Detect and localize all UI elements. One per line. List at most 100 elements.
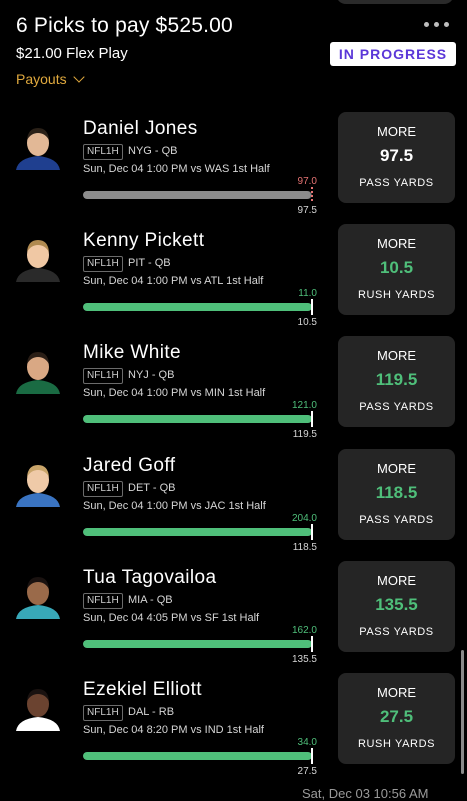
line-marker <box>311 748 313 764</box>
game-info: Sun, Dec 04 4:05 PM vs SF 1st Half <box>83 612 260 624</box>
line-marker <box>311 411 313 427</box>
scrollbar[interactable] <box>461 650 464 774</box>
stat-type: RUSH YARDS <box>357 289 436 301</box>
footer-timestamp: Sat, Dec 03 10:56 AM <box>302 786 429 801</box>
payouts-toggle[interactable]: Payouts <box>16 70 85 87</box>
player-name: Mike White <box>83 342 181 363</box>
progress-bar <box>83 303 312 311</box>
projection-card[interactable]: MORE 118.5 PASS YARDS <box>338 449 455 540</box>
pick-direction: MORE <box>377 685 416 700</box>
projection-line: 135.5 <box>375 595 418 614</box>
league-tag: NFL1H <box>83 593 123 609</box>
league-tag: NFL1H <box>83 144 123 160</box>
game-info: Sun, Dec 04 1:00 PM vs ATL 1st Half <box>83 275 264 287</box>
player-name: Ezekiel Elliott <box>83 679 202 700</box>
projection-card[interactable]: MORE 27.5 RUSH YARDS <box>338 673 455 764</box>
projection-line-value: 118.5 <box>292 542 317 553</box>
progress-fill <box>83 640 312 648</box>
progress-fill <box>83 415 312 423</box>
game-info: Sun, Dec 04 8:20 PM vs IND 1st Half <box>83 724 264 736</box>
player-headshot <box>12 683 64 731</box>
actual-stat-value: 162.0 <box>291 625 317 636</box>
pick-row[interactable]: Kenny Pickett NFL1H PIT - QB Sun, Dec 04… <box>0 224 467 342</box>
line-marker <box>311 636 313 652</box>
league-tag: NFL1H <box>83 705 123 721</box>
player-headshot <box>12 571 64 619</box>
progress-fill <box>83 528 312 536</box>
line-marker <box>311 187 313 203</box>
projection-line: 119.5 <box>375 370 418 389</box>
player-headshot <box>12 346 64 394</box>
pick-direction: MORE <box>377 461 416 476</box>
progress-bar <box>83 752 312 760</box>
team-position: DAL - RB <box>128 706 175 718</box>
stat-type: RUSH YARDS <box>357 738 436 750</box>
entry-title: 6 Picks to pay $525.00 <box>16 14 233 37</box>
player-name: Jared Goff <box>83 455 176 476</box>
projection-line: 118.5 <box>375 483 418 502</box>
player-headshot <box>12 459 64 507</box>
progress-fill <box>83 191 311 199</box>
progress-fill <box>83 303 312 311</box>
stat-type: PASS YARDS <box>359 401 434 413</box>
projection-card[interactable]: MORE 10.5 RUSH YARDS <box>338 224 455 315</box>
projection-line: 27.5 <box>379 707 414 726</box>
actual-stat-value: 204.0 <box>291 513 317 524</box>
pick-direction: MORE <box>377 236 416 251</box>
league-tag: NFL1H <box>83 368 123 384</box>
progress-bar <box>83 528 312 536</box>
actual-stat-value: 121.0 <box>291 400 317 411</box>
team-position: NYG - QB <box>128 145 178 157</box>
league-tag: NFL1H <box>83 256 123 272</box>
game-info: Sun, Dec 04 1:00 PM vs JAC 1st Half <box>83 500 266 512</box>
game-info: Sun, Dec 04 1:00 PM vs WAS 1st Half <box>83 163 270 175</box>
projection-line: 97.5 <box>379 146 414 165</box>
player-headshot <box>12 122 64 170</box>
progress-bar <box>83 191 312 199</box>
pick-direction: MORE <box>377 573 416 588</box>
actual-stat-value: 97.0 <box>297 176 317 187</box>
league-tag: NFL1H <box>83 481 123 497</box>
progress-fill <box>83 752 312 760</box>
pick-row[interactable]: Mike White NFL1H NYJ - QB Sun, Dec 04 1:… <box>0 336 467 454</box>
line-marker <box>311 524 313 540</box>
progress-bar <box>83 415 312 423</box>
status-badge: IN PROGRESS <box>330 42 456 66</box>
line-marker <box>311 299 313 315</box>
pick-row[interactable]: Daniel Jones NFL1H NYG - QB Sun, Dec 04 … <box>0 112 467 230</box>
actual-stat-value: 34.0 <box>297 737 317 748</box>
pick-row[interactable]: Ezekiel Elliott NFL1H DAL - RB Sun, Dec … <box>0 673 467 791</box>
team-position: MIA - QB <box>128 594 173 606</box>
payouts-label: Payouts <box>16 71 67 87</box>
game-info: Sun, Dec 04 1:00 PM vs MIN 1st Half <box>83 387 266 399</box>
pick-row[interactable]: Tua Tagovailoa NFL1H MIA - QB Sun, Dec 0… <box>0 561 467 679</box>
chevron-down-icon <box>72 70 85 83</box>
projection-line-value: 135.5 <box>291 654 317 665</box>
more-dots-icon[interactable] <box>424 22 449 27</box>
projection-card[interactable]: MORE 97.5 PASS YARDS <box>338 112 455 203</box>
projection-line: 10.5 <box>379 258 414 277</box>
player-name: Daniel Jones <box>83 118 198 139</box>
player-name: Kenny Pickett <box>83 230 205 251</box>
player-headshot <box>12 234 64 282</box>
stat-type: PASS YARDS <box>359 626 434 638</box>
projection-card[interactable]: MORE 119.5 PASS YARDS <box>338 336 455 427</box>
projection-line-value: 10.5 <box>297 317 317 328</box>
projection-card[interactable]: MORE 135.5 PASS YARDS <box>338 561 455 652</box>
projection-line-value: 97.5 <box>297 205 317 216</box>
player-name: Tua Tagovailoa <box>83 567 217 588</box>
pick-direction: MORE <box>377 348 416 363</box>
team-position: NYJ - QB <box>128 369 175 381</box>
team-position: PIT - QB <box>128 257 171 269</box>
pick-direction: MORE <box>377 124 416 139</box>
stat-type: PASS YARDS <box>359 177 434 189</box>
projection-line-value: 27.5 <box>297 766 317 777</box>
projection-line-value: 119.5 <box>292 429 317 440</box>
actual-stat-value: 11.0 <box>298 288 317 299</box>
stat-type: PASS YARDS <box>359 514 434 526</box>
pick-row[interactable]: Jared Goff NFL1H DET - QB Sun, Dec 04 1:… <box>0 449 467 567</box>
progress-bar <box>83 640 312 648</box>
previous-card-edge <box>336 0 454 4</box>
entry-subtitle: $21.00 Flex Play <box>16 45 128 62</box>
team-position: DET - QB <box>128 482 176 494</box>
